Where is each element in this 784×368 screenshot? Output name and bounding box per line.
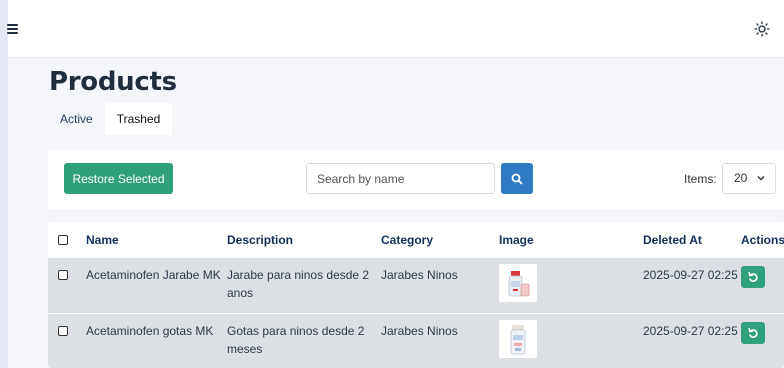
table-row: Acetaminofen Jarabe MK Jarabe para ninos… [48,258,784,313]
column-header-category[interactable]: Category [381,222,499,258]
column-header-deleted-at[interactable]: Deleted At [643,222,741,258]
product-name: Acetaminofen gotas MK [86,323,214,338]
row-checkbox[interactable] [58,270,68,280]
chevron-down-icon [757,176,765,181]
product-category: Jarabes Ninos [381,268,458,282]
row-checkbox[interactable] [58,325,68,336]
products-table-card: Name Description Category Image Deleted … [48,222,784,368]
items-per-page-select[interactable]: 20 [722,163,776,194]
hamburger-icon[interactable] [7,24,18,34]
product-description: Gotas para ninos desde 2 meses [227,323,365,356]
deleted-at: 2025-09-27 02:25 [643,268,738,282]
product-image[interactable] [499,264,537,302]
undo-icon [748,271,758,282]
restore-selected-button[interactable]: Restore Selected [64,163,173,194]
items-per-page-value: 20 [734,171,748,185]
products-table: Name Description Category Image Deleted … [48,222,784,368]
select-all-cell [48,222,86,258]
undo-icon [748,327,758,338]
search-button[interactable] [501,163,533,194]
column-header-description[interactable]: Description [227,222,381,258]
table-row: Acetaminofen gotas MK Gotas para ninos d… [48,313,784,368]
tab-trashed[interactable]: Trashed [104,103,173,135]
top-navbar [7,0,784,58]
product-category: Jarabes Ninos [381,323,458,338]
status-tabs: Active Trashed [48,103,173,135]
table-header-row: Name Description Category Image Deleted … [48,222,784,258]
restore-row-button[interactable] [741,321,765,344]
product-description: Jarabe para ninos desde 2 anos [227,268,370,300]
items-label: Items: [684,172,717,186]
select-all-checkbox[interactable] [58,235,68,245]
product-image[interactable] [499,319,537,358]
deleted-at: 2025-09-27 02:25 [643,323,738,338]
sun-icon[interactable] [754,21,770,37]
page-title: Products [49,67,177,97]
column-header-name[interactable]: Name [86,222,227,258]
search-input[interactable] [306,163,495,194]
main-content: Products Active Trashed Restore Selected… [8,58,784,368]
toolbar-card: Restore Selected Items: 20 [48,149,784,209]
search-icon [511,173,523,184]
column-header-image: Image [499,233,534,247]
product-name: Acetaminofen Jarabe MK [86,268,221,282]
tab-active[interactable]: Active [48,103,105,135]
restore-row-button[interactable] [741,266,765,288]
column-header-actions: Actions [741,233,784,247]
